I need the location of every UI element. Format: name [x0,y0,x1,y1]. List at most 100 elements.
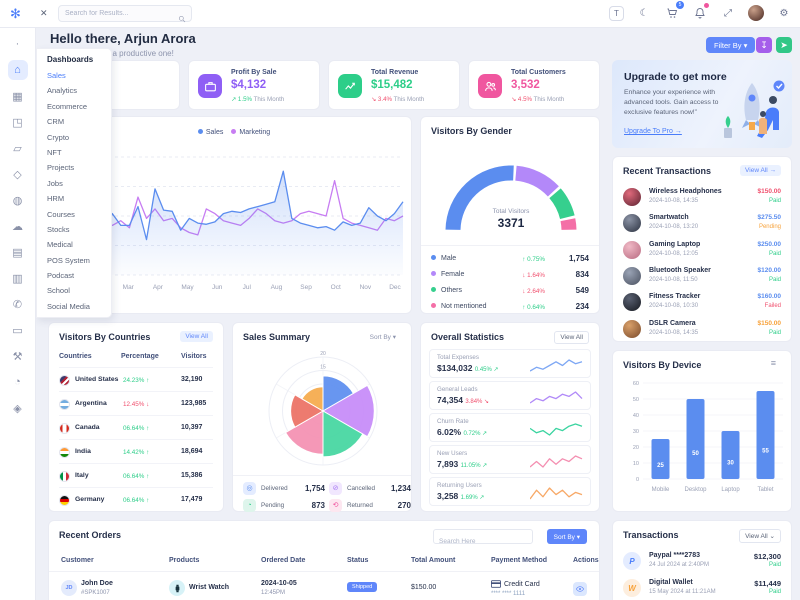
settings-gear-icon[interactable]: ⚙ [776,5,792,21]
fullscreen-icon[interactable]: ⤢ [720,5,736,21]
menu-item-podcast[interactable]: Podcast [47,268,111,283]
stat-card-2: Total Revenue $15,482 ↘ 3.4% This Month [328,60,460,110]
apps-grid-icon[interactable]: ▦ [8,86,28,106]
panel-title: Overall Statistics [431,332,505,342]
legend-label: Pending [261,502,285,509]
country-percentage: 06.64% ↑ [123,424,150,432]
svg-text:Nov: Nov [360,284,372,291]
country-row: United States 24.23% ↑ 32,190 [59,367,213,391]
sales-summary-panel: Sales Summary Sort By ▾ 20 15 ◎ Delivered 1… [232,322,412,512]
gender-legend-row: Male ↑ 0.75% 1,754 [431,251,589,267]
menu-item-school[interactable]: School [47,283,111,298]
crypto-coin-icon[interactable]: ◍ [8,190,28,210]
dot-icon[interactable]: · [8,34,28,54]
courses-book-icon[interactable]: ▥ [8,268,28,288]
stat-label: Total Expenses [437,354,479,361]
country-row: Italy 06.64% ↑ 15,386 [59,463,213,487]
column-header: Visitors [181,353,207,360]
country-percentage: 12.45% ↓ [123,400,150,408]
order-date: 2024-10-05 [261,580,297,587]
view-all-button[interactable]: View All [554,331,589,344]
notifications-bell-icon[interactable] [692,3,709,21]
dark-mode-icon[interactable]: ☾ [636,5,652,21]
delivered-icon: ◎ [243,482,256,495]
country-percentage: 06.64% ↑ [123,496,150,504]
analytics-icon[interactable]: ◔ [8,372,28,392]
menu-item-analytics[interactable]: Analytics [47,83,111,98]
stat-value: 3,258 1.69% ↗ [437,491,485,501]
tools-icon[interactable]: ⚒ [8,346,28,366]
language-icon[interactable]: T [609,5,624,21]
orders-search-input[interactable] [434,535,526,548]
menu-item-sales[interactable]: Sales [47,68,111,83]
upgrade-link[interactable]: Upgrade To Pro → [624,128,682,135]
chart-menu-icon[interactable]: ≡ [766,356,781,370]
stat-label: Returning Users [437,482,482,489]
menu-item-ecommerce[interactable]: Ecommerce [47,99,111,114]
home-icon[interactable]: ⌂ [7,60,28,80]
menu-item-jobs[interactable]: Jobs [47,176,111,191]
column-header: Actions [573,557,599,564]
search-input[interactable] [65,7,173,20]
menu-item-projects[interactable]: Projects [47,160,111,175]
stat-period: This Month [393,96,425,103]
menu-item-nft[interactable]: NFT [47,145,111,160]
italy-flag-icon [59,471,70,482]
menu-item-crm[interactable]: CRM [47,114,111,129]
svg-text:20: 20 [633,445,639,451]
user-avatar[interactable] [748,5,764,21]
menu-item-stocks[interactable]: Stocks [47,222,111,237]
share-button[interactable]: ➤ [776,37,792,53]
legend-label: Marketing [239,129,271,136]
menu-item-courses[interactable]: Courses [47,207,111,222]
svg-text:Sep: Sep [300,284,312,291]
view-all-button[interactable]: View All ⌄ [739,529,781,543]
transaction-status: Paid [768,329,781,336]
menu-item-social-media[interactable]: Social Media [47,299,111,314]
view-all-button[interactable]: View All [180,331,213,342]
view-all-button[interactable]: View All → [740,165,781,176]
svg-text:Jul: Jul [243,284,252,291]
svg-text:Tablet: Tablet [757,487,773,493]
menu-item-pos-system[interactable]: POS System [47,253,111,268]
view-order-button[interactable] [573,582,587,596]
germany-flag-icon [59,495,70,506]
download-button[interactable]: ↧ [756,37,772,53]
upgrade-title: Upgrade to get more [624,71,727,83]
transaction-name: Smartwatch [649,214,689,222]
transaction-amount: $12,300 [753,552,781,561]
country-name: Germany [75,496,105,503]
cloud-icon[interactable]: ☁ [8,216,28,236]
menu-item-hrm[interactable]: HRM [47,191,111,206]
menu-item-medical[interactable]: Medical [47,237,111,252]
layers-icon[interactable]: ◈ [8,398,28,418]
svg-text:10: 10 [633,461,639,467]
app-logo-icon[interactable]: ✻ [10,6,21,22]
cancelled-icon: ⊘ [329,482,342,495]
gender-change: ↓ 2.64% [522,287,545,295]
transaction-name: Paypal ****2783 [649,552,700,559]
sort-by-dropdown[interactable]: Sort By ▾ [365,331,401,343]
projects-icon[interactable]: ◇ [8,164,28,184]
stat-card-1: Profit By Sale $4,132 ↗ 1.5% This Month [188,60,320,110]
svg-text:20: 20 [320,351,326,357]
stat-label: New Users [437,450,468,457]
country-name: India [75,448,91,455]
orders-sort-button[interactable]: Sort By ▾ [546,529,587,544]
bank-icon[interactable]: ▭ [8,320,28,340]
users-icon [478,74,502,98]
product-name: Wrist Watch [189,584,230,591]
icon-sidebar: · ⌂ ▦ ◳ ▱ ◇ ◍ ☁ ▤ ▥ ✆ ▭ ⚒ ◔ ◈ [0,28,36,600]
cart-icon[interactable]: 5 [664,1,684,21]
shopping-bag-icon[interactable]: ▱ [8,138,28,158]
contacts-phone-icon[interactable]: ✆ [8,294,28,314]
file-icon[interactable]: ▤ [8,242,28,262]
widgets-icon[interactable]: ◳ [8,112,28,132]
menu-item-crypto[interactable]: Crypto [47,130,111,145]
recent-orders-panel: Recent Orders Sort By ▾ Customer Products… [48,520,600,600]
visitors-by-countries-panel: Visitors By Countries View All Countries… [48,322,224,512]
close-icon[interactable]: ✕ [40,8,48,19]
stat-label: Profit By Sale [231,69,277,76]
transaction-amount: $160.00 [757,293,782,301]
filter-by-button[interactable]: Filter By ▾ [706,37,756,53]
